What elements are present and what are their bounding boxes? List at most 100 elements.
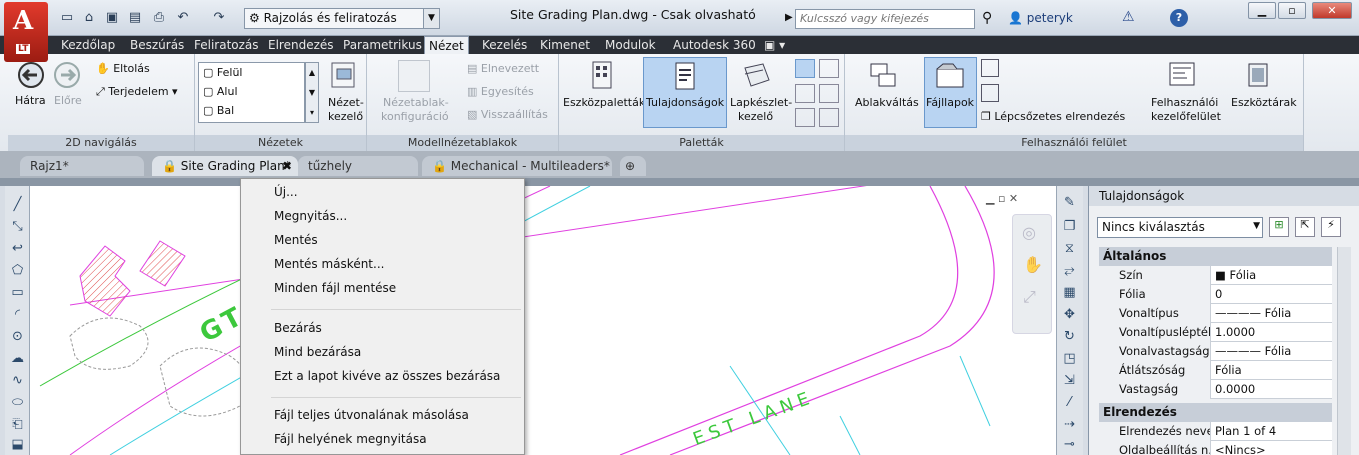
undo-icon[interactable]: ↶ xyxy=(174,10,192,26)
tab-modulok[interactable]: Modulok xyxy=(601,36,660,54)
extend-icon[interactable]: ⇢ xyxy=(1061,416,1078,433)
forward-label[interactable]: Előre xyxy=(54,94,82,107)
search-expand-icon[interactable]: ▶ xyxy=(785,12,793,23)
xref-icon[interactable] xyxy=(795,108,815,127)
cascade-button[interactable]: ❐ Lépcsőzetes elrendezés xyxy=(981,110,1125,123)
menu-item-open[interactable]: Megnyitás... xyxy=(274,209,347,223)
file-tabs-button[interactable]: Fájllapok xyxy=(924,57,977,128)
view-manager-label[interactable]: Nézet- xyxy=(328,96,364,109)
toolbars-label[interactable]: Eszköztárak xyxy=(1231,96,1297,109)
ribbon-options-icon[interactable]: ▣ ▾ xyxy=(760,36,789,54)
view-manager-label-2[interactable]: kezelő xyxy=(328,110,363,123)
drawing-canvas[interactable]: GTR EST LANE ▁ ▫ ✕ ◎ ✋ ⤢ xyxy=(30,186,1056,455)
tab-kezdolap[interactable]: Kezdőlap xyxy=(57,36,119,54)
menu-item-new[interactable]: Új... xyxy=(274,185,298,199)
toggle-pickadd-icon[interactable]: ⊞ xyxy=(1269,217,1289,237)
close-tab-icon[interactable]: ✖ xyxy=(282,156,292,176)
menu-item-copy-path[interactable]: Fájl teljes útvonalának másolása xyxy=(274,408,469,422)
views-gallery[interactable]: ▢ Felül ▢ Alul ▢ Bal xyxy=(198,62,305,123)
array-icon[interactable]: ▦ xyxy=(1061,284,1078,301)
restore-button[interactable]: ▫ xyxy=(1278,2,1306,19)
sheet-set-icon[interactable] xyxy=(741,60,771,90)
command-line-icon[interactable] xyxy=(795,59,815,78)
tool-palettes-icon[interactable] xyxy=(587,60,617,90)
file-tab-rajz1[interactable]: Rajz1* xyxy=(20,156,144,176)
tile-horizontal-icon[interactable] xyxy=(981,59,999,77)
minimize-button[interactable]: ▁ xyxy=(1248,2,1276,19)
properties-button[interactable]: Tulajdonságok xyxy=(643,57,727,128)
save-as-icon[interactable]: ▤ xyxy=(126,10,144,26)
copy-icon[interactable]: ❐ xyxy=(1061,218,1078,235)
switch-windows-icon[interactable] xyxy=(869,60,899,90)
tab-kezeles[interactable]: Kezelés xyxy=(478,36,531,54)
tile-vertical-icon[interactable] xyxy=(981,84,999,102)
menu-item-close[interactable]: Bezárás xyxy=(274,321,322,335)
tab-autodesk-360[interactable]: Autodesk 360 xyxy=(669,36,760,54)
menu-item-close-others[interactable]: Ezt a lapot kivéve az összes bezárása xyxy=(274,369,500,383)
back-label[interactable]: Hátra xyxy=(15,94,46,107)
viewport-config-label-2[interactable]: konfiguráció xyxy=(381,110,449,123)
tab-feliratozas[interactable]: Feliratozás xyxy=(190,36,263,54)
tab-kimenet[interactable]: Kimenet xyxy=(536,36,594,54)
viewport-config-label[interactable]: Nézetablak- xyxy=(383,96,449,109)
view-manager-icon[interactable] xyxy=(329,60,359,90)
close-button[interactable]: ✕ xyxy=(1312,2,1352,19)
prop-row[interactable]: Vonalvastagság ———— Fólia xyxy=(1099,342,1332,361)
ellipse-icon[interactable]: ⬭ xyxy=(9,394,26,411)
switch-windows-label[interactable]: Ablakváltás xyxy=(855,96,919,109)
tool-palettes-label[interactable]: Eszközpaletták xyxy=(563,96,645,109)
polyline-icon[interactable]: ↩ xyxy=(9,240,26,257)
join-viewports[interactable]: ▥ Egyesítés xyxy=(467,85,534,98)
properties-scrollbar[interactable] xyxy=(1337,247,1351,455)
prop-row[interactable]: Szín ■ Fólia xyxy=(1099,266,1332,285)
menu-item-save-all[interactable]: Minden fájl mentése xyxy=(274,281,396,295)
restore-viewports[interactable]: ▧ Visszaállítás xyxy=(467,108,548,121)
menu-item-close-all[interactable]: Mind bezárása xyxy=(274,345,361,359)
calculator-icon[interactable] xyxy=(819,84,839,103)
make-block-icon[interactable]: ⬓ xyxy=(9,436,26,453)
menu-item-save[interactable]: Mentés xyxy=(274,233,318,247)
application-menu-button[interactable]: A LT xyxy=(4,2,48,62)
toolbars-icon[interactable] xyxy=(1243,60,1273,90)
menu-item-save-as[interactable]: Mentés másként... xyxy=(274,257,384,271)
view-top[interactable]: ▢ Felül xyxy=(203,66,242,79)
selection-dropdown[interactable]: Nincs kiválasztás ▼ xyxy=(1097,217,1263,238)
viewport-config-icon[interactable] xyxy=(398,60,430,92)
help-icon[interactable]: ? xyxy=(1170,9,1188,27)
select-objects-icon[interactable]: ⇱ xyxy=(1295,217,1315,237)
prop-row[interactable]: Fólia 0 xyxy=(1099,285,1332,304)
views-scrollbar[interactable]: ▲ ▼ ▾ xyxy=(305,62,319,123)
stretch-icon[interactable]: ⇲ xyxy=(1061,372,1078,389)
new-icon[interactable]: ▭ xyxy=(58,10,76,26)
user-account[interactable]: 👤 peteryk xyxy=(1008,11,1073,25)
tab-parametrikus[interactable]: Parametrikus xyxy=(339,36,426,54)
mirror-icon[interactable]: ⧖ xyxy=(1061,240,1078,257)
move-icon[interactable]: ✥ xyxy=(1061,306,1078,323)
navigation-bar[interactable]: ◎ ✋ ⤢ xyxy=(1012,214,1052,334)
chevron-down-icon[interactable]: ▼ xyxy=(423,9,439,28)
back-arrow-icon[interactable] xyxy=(16,60,46,90)
circle-icon[interactable]: ⊙ xyxy=(9,328,26,345)
trim-icon[interactable]: ⁄ xyxy=(1061,394,1078,411)
forward-arrow-icon[interactable] xyxy=(52,60,82,90)
open-icon[interactable]: ⌂ xyxy=(80,10,98,26)
sheet-set-label[interactable]: Lapkészlet- xyxy=(730,96,792,109)
file-tab-tuzhely[interactable]: tűzhely xyxy=(298,156,418,176)
prop-row[interactable]: Vonaltípuslépték 1.0000 xyxy=(1099,323,1332,342)
scale-icon[interactable]: ◳ xyxy=(1061,350,1078,367)
print-icon[interactable]: ⎙ xyxy=(150,10,168,26)
line-icon[interactable]: ╱ xyxy=(9,196,26,213)
ui-manager-label-2[interactable]: kezelőfelület xyxy=(1151,110,1221,123)
spline-icon[interactable]: ∿ xyxy=(9,372,26,389)
search-input[interactable]: Kulcsszó vagy kifejezés xyxy=(795,9,975,29)
layer-icon[interactable] xyxy=(819,108,839,127)
file-tab-site-grading[interactable]: 🔒 Site Grading Plan* ✖ xyxy=(152,156,298,176)
prop-row[interactable]: Vastagság 0.0000 xyxy=(1099,380,1332,399)
construction-line-icon[interactable]: ⤡ xyxy=(9,218,26,235)
exchange-icon[interactable]: ⚠ xyxy=(1122,9,1135,25)
tab-nezet[interactable]: Nézet xyxy=(424,36,469,54)
prop-row[interactable]: Oldalbeállítás n... <Nincs> xyxy=(1099,441,1332,455)
design-center-icon[interactable] xyxy=(819,59,839,78)
prop-row[interactable]: Elrendezés neve Plan 1 of 4 xyxy=(1099,422,1332,441)
ui-manager-icon[interactable] xyxy=(1167,60,1197,90)
